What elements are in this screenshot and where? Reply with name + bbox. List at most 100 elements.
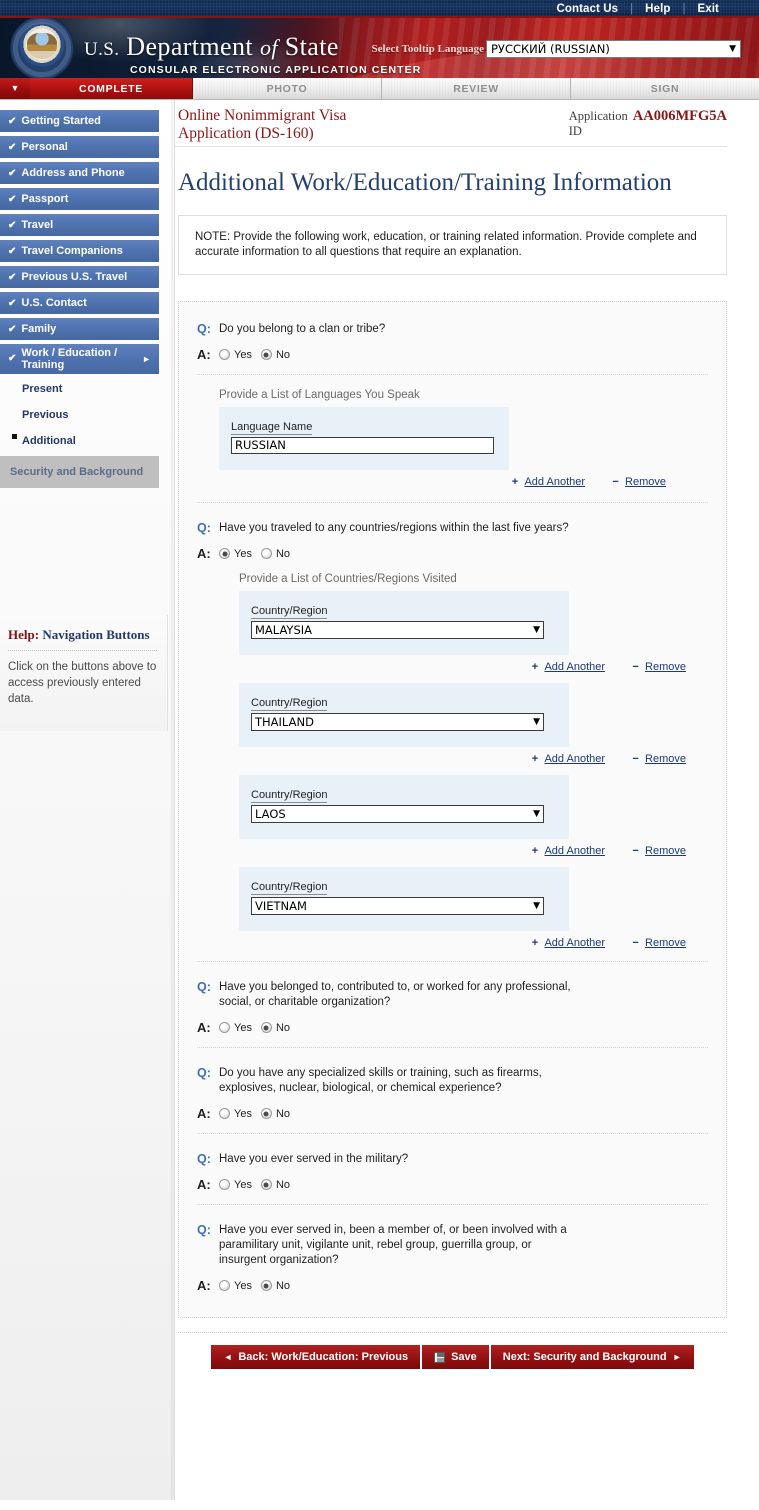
radio-label: Yes [234,1279,252,1292]
remove-language-button[interactable]: − Remove [611,476,666,488]
tab-review[interactable]: REVIEW [382,78,571,99]
add-another-label[interactable]: Add Another [544,937,605,949]
add-another-label[interactable]: Add Another [524,476,585,488]
radio-military-no[interactable]: No [260,1178,291,1191]
check-icon: ✔ [8,271,17,283]
remove-label[interactable]: Remove [645,661,686,673]
add-another-country-button[interactable]: + Add Another [530,937,605,949]
question-specialized-skills: Q: Do you have any specialized skills or… [197,1062,708,1131]
tab-photo[interactable]: PHOTO [193,78,382,99]
remove-country-button[interactable]: − Remove [631,937,686,949]
language-field-label: Language Name [231,421,313,435]
radio-icon[interactable] [219,349,230,360]
country-select[interactable]: MALAYSIA ▼ [251,621,544,639]
language-name-input[interactable]: RUSSIAN [231,437,494,454]
tab-sign[interactable]: SIGN [571,78,759,99]
remove-country-button[interactable]: − Remove [631,661,686,673]
add-another-label[interactable]: Add Another [544,753,605,765]
plus-icon: + [531,660,539,673]
sidebar-item-passport[interactable]: ✔ Passport [0,188,159,210]
country-select[interactable]: LAOS ▼ [251,805,544,823]
country-select[interactable]: VIETNAM ▼ [251,897,544,915]
radio-military-yes[interactable]: Yes [219,1179,252,1191]
sidebar-item-address-and-phone[interactable]: ✔ Address and Phone [0,162,159,184]
add-another-country-button[interactable]: + Add Another [530,753,605,765]
sidebar-subitem-additional[interactable]: Additional [0,430,159,452]
remove-label[interactable]: Remove [645,845,686,857]
sidebar-item-getting-started[interactable]: ✔ Getting Started [0,110,159,132]
back-button[interactable]: ◄ Back: Work/Education: Previous [211,1345,421,1369]
chevron-down-icon: ▼ [533,625,540,635]
sidebar-item-label: Travel [21,219,54,231]
radio-skills-no[interactable]: No [260,1108,290,1120]
radio-icon[interactable] [219,1022,230,1033]
add-another-label[interactable]: Add Another [544,661,605,673]
question-clan-or-tribe: Q: Do you belong to a clan or tribe? A: … [197,318,708,372]
radio-icon[interactable] [260,1108,272,1119]
sidebar-subitem-present[interactable]: Present [0,378,159,400]
radio-icon[interactable] [219,1108,230,1119]
check-icon: ✔ [8,219,17,231]
sidebar-item-personal[interactable]: ✔ Personal [0,136,159,158]
country-value: THAILAND [255,715,314,729]
sidebar-item-previous-us-travel[interactable]: ✔ Previous U.S. Travel [0,266,159,288]
sidebar-item-travel[interactable]: ✔ Travel [0,214,159,236]
utility-links: Contact Us | Help | Exit [544,0,731,18]
radio-icon[interactable] [219,548,230,559]
check-icon: ✔ [8,167,17,179]
triangle-right-icon: ► [672,1352,682,1362]
radio-organization-yes[interactable]: Yes [219,1022,252,1034]
exit-link[interactable]: Exit [686,3,732,15]
radio-organization-no[interactable]: No [260,1022,290,1034]
remove-country-button[interactable]: − Remove [631,845,686,857]
save-button[interactable]: Save [422,1345,489,1369]
main-content: Online Nonimmigrant Visa Application (DS… [175,100,759,1500]
remove-label[interactable]: Remove [645,753,686,765]
radio-paramilitary-no[interactable]: No [260,1280,290,1292]
sidebar-item-family[interactable]: ✔ Family [0,318,159,340]
radio-icon[interactable] [260,1280,272,1291]
remove-country-button[interactable]: − Remove [631,753,686,765]
radio-icon[interactable] [260,548,272,559]
question-marker: Q: [197,1223,211,1237]
help-link[interactable]: Help [633,3,682,15]
remove-label[interactable]: Remove [645,937,686,949]
sidebar-item-us-contact[interactable]: ✔ U.S. Contact [0,292,159,314]
add-another-country-button[interactable]: + Add Another [530,845,605,857]
radio-icon[interactable] [219,1280,230,1291]
check-icon: ✔ [8,245,17,257]
question-professional-organization: Q: Have you belonged to, contributed to,… [197,976,708,1045]
sidebar-item-work-education-training[interactable]: ✔ Work / Education / Training ► [0,344,159,374]
country-select[interactable]: THAILAND ▼ [251,713,544,731]
check-icon: ✔ [8,141,17,153]
radio-clan-no[interactable]: No [260,349,290,361]
radio-icon[interactable] [260,1022,272,1033]
application-bar: Online Nonimmigrant Visa Application (DS… [175,100,727,147]
tooltip-language-select[interactable]: РУССКИЙ (RUSSIAN) ▼ [486,40,741,58]
save-disk-icon [434,1351,446,1363]
next-button[interactable]: Next: Security and Background ► [490,1345,694,1369]
country-entry-group: Country/Region THAILAND ▼ + Add Another … [239,683,708,765]
radio-icon[interactable] [260,349,272,360]
remove-label[interactable]: Remove [625,476,666,488]
answer-marker: A: [197,1020,211,1035]
radio-icon[interactable] [219,1179,230,1190]
minus-icon: − [632,844,639,857]
radio-paramilitary-yes[interactable]: Yes [219,1280,252,1292]
sidebar-subitem-previous[interactable]: Previous [0,404,159,426]
radio-icon[interactable] [260,1179,272,1190]
radio-traveled-no[interactable]: No [260,548,290,560]
radio-clan-yes[interactable]: Yes [219,349,252,361]
add-another-label[interactable]: Add Another [544,845,605,857]
radio-label: Yes [234,1021,252,1034]
radio-label: No [275,1178,291,1191]
country-value: VIETNAM [255,899,307,913]
radio-traveled-yes[interactable]: Yes [219,548,252,560]
contact-us-link[interactable]: Contact Us [544,3,630,15]
add-another-language-button[interactable]: + Add Another [510,476,585,488]
radio-group-paramilitary-unit: Yes No [219,1280,290,1292]
add-another-country-button[interactable]: + Add Another [530,661,605,673]
sidebar-item-travel-companions[interactable]: ✔ Travel Companions [0,240,159,262]
radio-skills-yes[interactable]: Yes [219,1108,252,1120]
tab-complete[interactable]: COMPLETE [30,78,193,99]
